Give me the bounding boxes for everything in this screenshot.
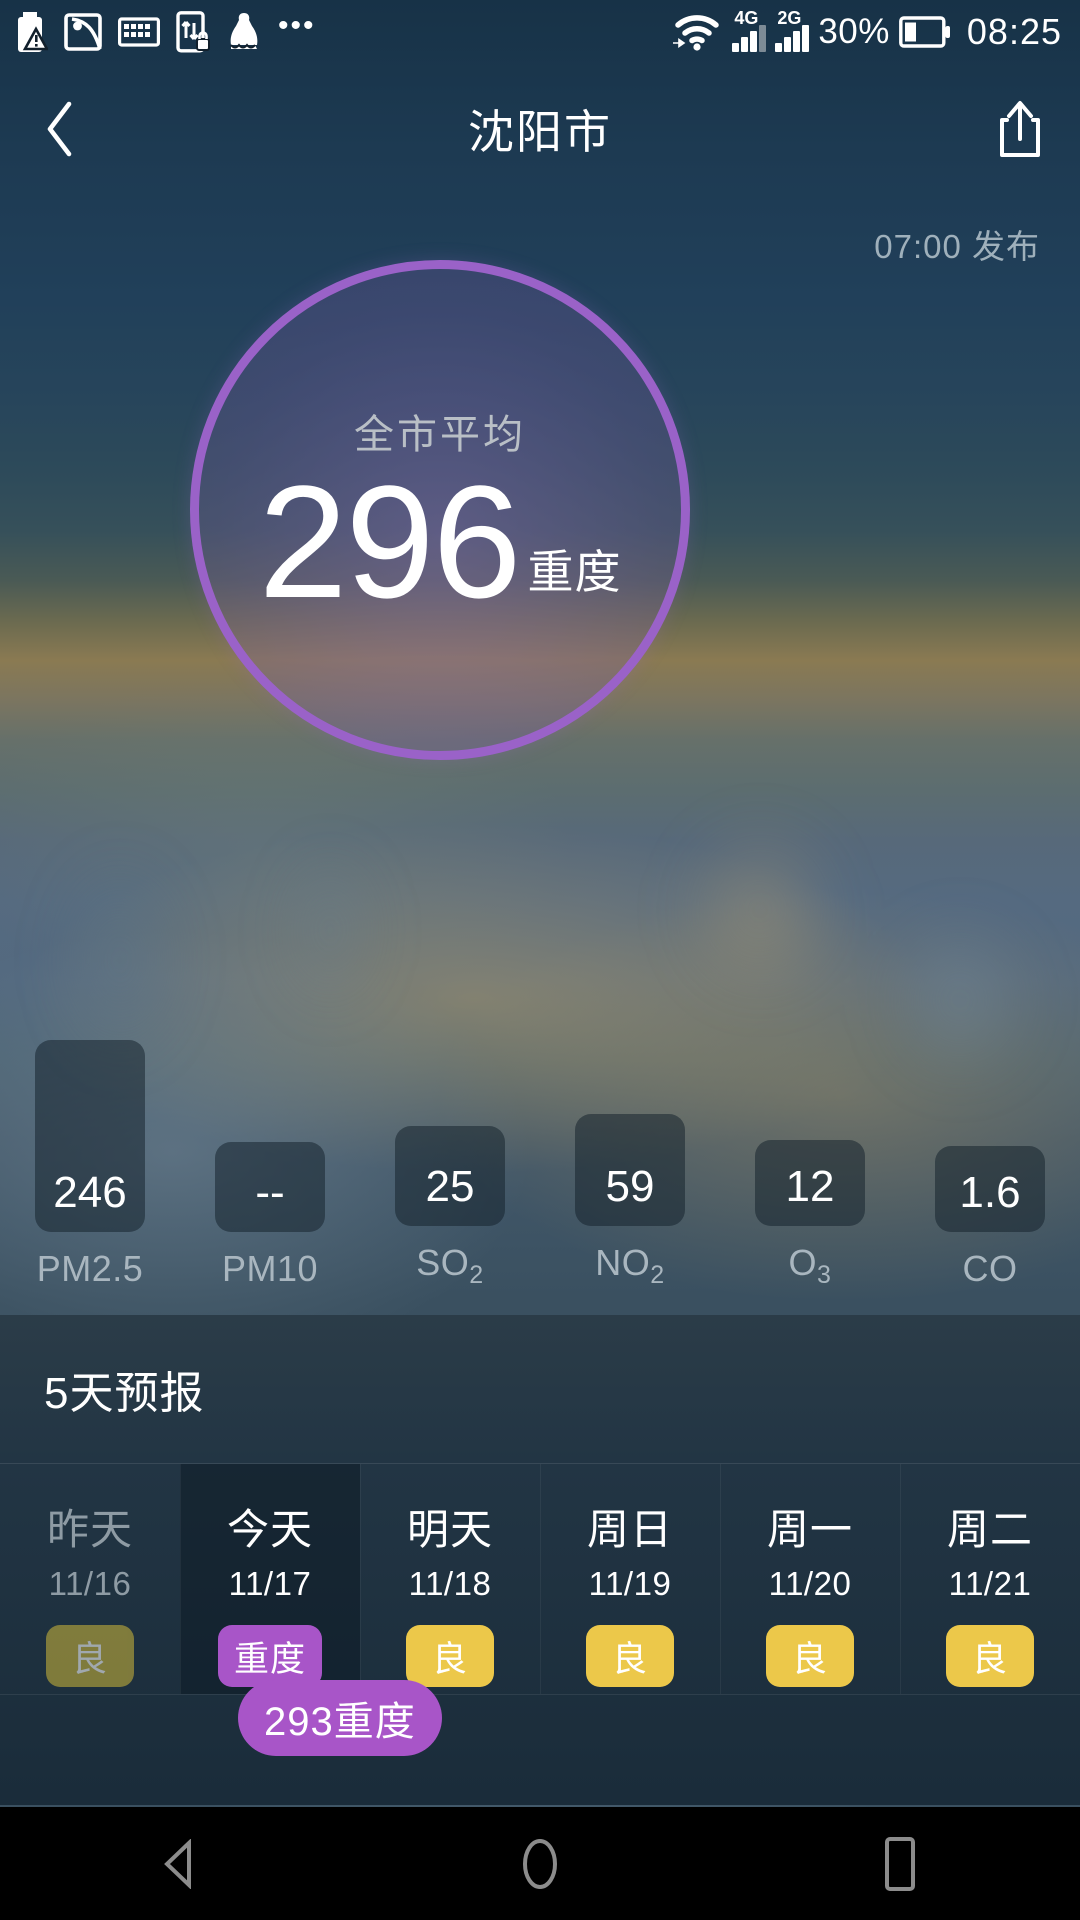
forecast-day-badge: 良 bbox=[406, 1625, 494, 1687]
more-dots-icon: ••• bbox=[278, 9, 316, 42]
signal-4g-icon: 4G bbox=[732, 8, 767, 52]
forecast-day-date: 11/20 bbox=[768, 1565, 852, 1602]
forecast-day-badge: 良 bbox=[46, 1625, 134, 1687]
nav-recents-square-icon bbox=[885, 1836, 915, 1891]
forecast-day-date: 11/18 bbox=[408, 1565, 492, 1602]
forecast-day-date: 11/19 bbox=[588, 1565, 672, 1602]
pollutant-item: -- PM10 bbox=[180, 1040, 360, 1290]
clock-label: 08:25 bbox=[966, 11, 1062, 52]
forecast-day[interactable]: 今天 11/17 重度 bbox=[180, 1464, 360, 1694]
forecast-day[interactable]: 周一 11/20 良 bbox=[720, 1464, 900, 1694]
forecast-tooltip: 293重度 bbox=[238, 1680, 442, 1756]
nav-recents-button[interactable] bbox=[800, 1807, 1000, 1920]
signal-2g-icon: 2G bbox=[775, 8, 810, 52]
pollutant-name: PM10 bbox=[221, 1248, 319, 1289]
android-nav-bar bbox=[0, 1807, 1080, 1920]
network-4g-label: 4G bbox=[734, 8, 759, 28]
cleaner-brush-icon bbox=[230, 13, 258, 49]
pollutant-item: 1.6 CO bbox=[900, 1040, 1080, 1290]
forecast-day-name: 周一 bbox=[766, 1506, 853, 1553]
status-bar: ••• 4G 2G 30% 08:25 bbox=[0, 0, 1080, 64]
battery-warning-icon bbox=[18, 12, 48, 52]
pollutant-name: SO2 bbox=[416, 1241, 484, 1289]
forecast-day-name: 今天 bbox=[226, 1506, 313, 1553]
forecast-day-date: 11/16 bbox=[48, 1565, 132, 1602]
nav-back-triangle-icon bbox=[164, 1838, 191, 1889]
forecast-day-name: 明天 bbox=[406, 1506, 493, 1553]
pollutant-item: 25 SO2 bbox=[360, 1040, 540, 1290]
pollutant-list: 246 PM2.5 -- PM10 25 SO2 59 NO2 12 O3 1.6 CO bbox=[0, 1040, 1080, 1290]
pollutant-value: 25 bbox=[395, 1125, 505, 1226]
forecast-day-badge: 良 bbox=[946, 1625, 1034, 1687]
forecast-panel: 5天预报 昨天 11/16 良今天 11/17 重度 明天 11/18 良周日 11/19 良周一… bbox=[0, 1315, 1080, 1805]
forecast-divider-bottom bbox=[0, 1694, 1080, 1695]
forecast-day-name: 周日 bbox=[586, 1506, 673, 1553]
forecast-title: 5天预报 bbox=[44, 1369, 205, 1418]
aqi-level-label: 重度 bbox=[527, 546, 622, 598]
forecast-day[interactable]: 昨天 11/16 良 bbox=[0, 1464, 180, 1694]
network-2g-label: 2G bbox=[777, 8, 802, 28]
aqi-ring-content: 全市平均 296 重度 bbox=[190, 260, 690, 760]
wifi-icon bbox=[673, 15, 720, 51]
nav-home-circle-icon bbox=[523, 1838, 557, 1889]
forecast-day-date: 11/21 bbox=[948, 1565, 1032, 1602]
forecast-day-date: 11/17 bbox=[228, 1565, 312, 1602]
pollutant-item: 246 PM2.5 bbox=[0, 1040, 180, 1290]
pollutant-item: 12 O3 bbox=[720, 1040, 900, 1290]
pollutant-value: 12 bbox=[755, 1139, 865, 1226]
pollutant-name: PM2.5 bbox=[36, 1248, 144, 1289]
pollutant-name: O3 bbox=[788, 1241, 832, 1289]
nav-back-button[interactable] bbox=[80, 1807, 280, 1920]
app-header: 沈阳市 bbox=[0, 64, 1080, 194]
pollutant-name: CO bbox=[962, 1248, 1018, 1289]
pollutant-name: NO2 bbox=[595, 1241, 665, 1289]
pollutant-value: 246 bbox=[35, 1040, 145, 1232]
page-title: 沈阳市 bbox=[468, 106, 612, 158]
forecast-day[interactable]: 周日 11/19 良 bbox=[540, 1464, 720, 1694]
forecast-day-badge: 良 bbox=[586, 1625, 674, 1687]
forecast-day[interactable]: 周二 11/21 良 bbox=[900, 1464, 1080, 1694]
forecast-day-name: 昨天 bbox=[46, 1506, 133, 1553]
status-bar-right-icons: 4G 2G 30% 08:25 bbox=[671, 8, 1062, 53]
nav-home-button[interactable] bbox=[440, 1807, 640, 1920]
battery-icon bbox=[899, 16, 950, 48]
battery-percent-label: 30% bbox=[818, 12, 890, 51]
pollutant-value: 59 bbox=[575, 1113, 685, 1226]
status-bar-left-icons: ••• bbox=[14, 11, 316, 53]
data-transfer-lock-icon bbox=[176, 11, 210, 53]
publish-time-label: 07:00 发布 bbox=[874, 228, 1040, 265]
pollutant-value: 1.6 bbox=[935, 1146, 1045, 1232]
forecast-day-badge: 良 bbox=[766, 1625, 854, 1687]
app-screen: ••• 4G 2G 30% 08:25 沈阳市 07:00 发布 全市平均 29… bbox=[0, 0, 1080, 1920]
share-icon bbox=[1000, 101, 1040, 157]
screenshot-icon bbox=[64, 13, 102, 51]
pollutant-item: 59 NO2 bbox=[540, 1040, 720, 1290]
aqi-value-row: 296 重度 bbox=[258, 452, 622, 631]
aqi-value: 296 bbox=[258, 452, 522, 631]
forecast-day-badge: 重度 bbox=[217, 1625, 322, 1687]
aqi-gauge[interactable]: 全市平均 296 重度 bbox=[190, 260, 690, 760]
share-button[interactable] bbox=[960, 64, 1080, 194]
forecast-day-list: 昨天 11/16 良 今天 11/17 重度 明天 11/18 良 周日 11/19 良 周一 11/20… bbox=[0, 1464, 1080, 1694]
keyboard-icon bbox=[118, 17, 160, 47]
back-chevron-icon bbox=[47, 101, 72, 157]
pollutant-value: -- bbox=[215, 1142, 325, 1232]
back-button[interactable] bbox=[0, 64, 120, 194]
forecast-day-name: 周二 bbox=[946, 1506, 1033, 1553]
forecast-day[interactable]: 明天 11/18 良 bbox=[360, 1464, 540, 1694]
